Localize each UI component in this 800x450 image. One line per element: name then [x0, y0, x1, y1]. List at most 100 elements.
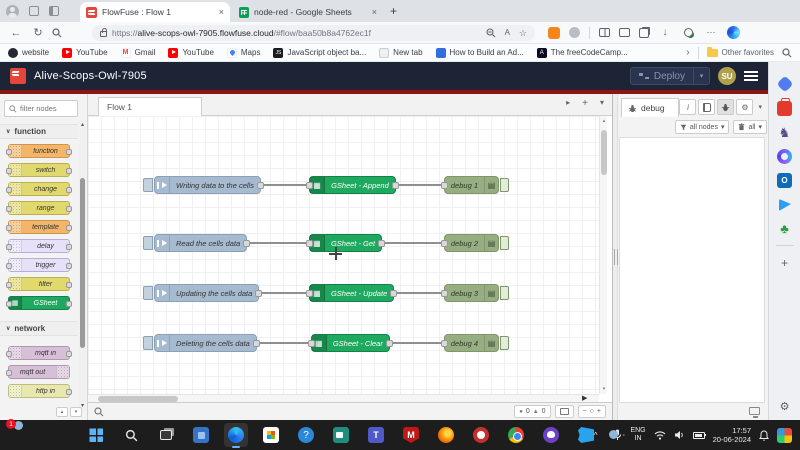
microsoft-store-icon[interactable]: [259, 423, 283, 447]
mcafee-icon[interactable]: M: [399, 423, 423, 447]
chrome-icon[interactable]: [504, 423, 528, 447]
main-menu-icon[interactable]: [744, 71, 758, 81]
volume-icon[interactable]: [674, 430, 685, 440]
clock[interactable]: 17:5720-06-2024: [713, 426, 751, 445]
toolbox-icon[interactable]: [777, 101, 792, 116]
palette-node-filter[interactable]: filter: [8, 277, 70, 291]
flow-list-icon[interactable]: ▾: [600, 98, 604, 109]
palette-search[interactable]: [4, 100, 78, 117]
port[interactable]: [66, 301, 72, 307]
help-tab-icon[interactable]: [698, 99, 715, 115]
battery-icon[interactable]: [693, 432, 705, 439]
zoom-out-button[interactable]: −: [583, 408, 587, 415]
search-bookmarks-icon[interactable]: [782, 48, 792, 58]
favorites-list-icon[interactable]: [619, 28, 630, 37]
github-desktop-icon[interactable]: [539, 423, 563, 447]
input-port[interactable]: [441, 290, 448, 297]
scroll-down-icon[interactable]: ▾: [600, 386, 608, 392]
home-search-icon[interactable]: [52, 28, 68, 38]
port[interactable]: [6, 206, 12, 212]
bookmarks-overflow-icon[interactable]: ›: [686, 47, 689, 58]
inject-button[interactable]: [143, 336, 153, 350]
send-icon[interactable]: [777, 197, 792, 212]
filter-nodes-button[interactable]: all nodes ▾: [675, 120, 730, 134]
sidebar-settings-icon[interactable]: ⚙: [777, 399, 792, 414]
input-port[interactable]: [306, 290, 313, 297]
tab-flowfuse[interactable]: FlowFuse : Flow 1 ×: [80, 2, 230, 22]
scrollbar-thumb[interactable]: [80, 178, 85, 348]
browser-essentials-icon[interactable]: [681, 26, 695, 40]
input-port[interactable]: [441, 340, 448, 347]
palette-category-function[interactable]: ∨ function: [0, 124, 78, 139]
output-port[interactable]: [255, 290, 262, 297]
palette-category-network[interactable]: ∨ network: [0, 321, 78, 336]
palette-node-template[interactable]: template: [8, 220, 70, 234]
workspaces-icon[interactable]: [29, 6, 39, 16]
get-help-icon[interactable]: ?: [294, 423, 318, 447]
bookmark-javascript[interactable]: JSJavaScript object ba...: [273, 48, 366, 58]
notification-bell-icon[interactable]: [759, 430, 769, 441]
favorite-star-icon[interactable]: ☆: [519, 28, 527, 39]
browser-profile-icon[interactable]: [6, 5, 19, 18]
wire[interactable]: [385, 242, 441, 244]
palette-filter-input[interactable]: [20, 104, 68, 113]
input-port[interactable]: [306, 182, 313, 189]
inject-node[interactable]: Deleting the cells data: [154, 334, 257, 352]
wire[interactable]: [399, 184, 441, 186]
wire[interactable]: [262, 292, 306, 294]
port[interactable]: [6, 263, 12, 269]
input-port[interactable]: [441, 240, 448, 247]
more-tabs-icon[interactable]: ▾: [758, 103, 762, 111]
bookmark-gmail[interactable]: MGmail: [121, 48, 156, 58]
port[interactable]: [66, 263, 72, 269]
language-indicator[interactable]: ENGIN: [630, 427, 645, 442]
drop-icon[interactable]: [776, 76, 793, 93]
new-tab-button[interactable]: +: [390, 4, 397, 18]
port[interactable]: [66, 389, 72, 395]
flow-canvas[interactable]: Writing data to the cells ▦ GSheet - App…: [88, 116, 599, 394]
debug-messages-panel[interactable]: [619, 137, 765, 403]
hidden-icons-chevron[interactable]: ^: [594, 431, 598, 440]
gsheet-node[interactable]: ▦ GSheet - Append: [309, 176, 396, 194]
port[interactable]: [66, 168, 72, 174]
tab-google-sheets[interactable]: node-red - Google Sheets ×: [233, 2, 383, 22]
node-app-icon[interactable]: [189, 423, 213, 447]
port[interactable]: [66, 225, 72, 231]
read-aloud-icon[interactable]: A: [505, 28, 510, 39]
clear-debug-button[interactable]: all ▾: [733, 120, 767, 134]
add-flow-button[interactable]: +: [582, 98, 588, 109]
tab-scroll-icon[interactable]: ▸: [566, 98, 570, 109]
port[interactable]: [6, 168, 12, 174]
input-port[interactable]: [441, 182, 448, 189]
output-port[interactable]: [243, 240, 250, 247]
input-port[interactable]: [308, 340, 315, 347]
palette-node-trigger[interactable]: trigger: [8, 258, 70, 272]
gsheet-node[interactable]: ▦ GSheet - Get: [309, 234, 382, 252]
downloads-icon[interactable]: ↓: [658, 26, 672, 40]
wifi-icon[interactable]: [654, 430, 666, 440]
settings-more-icon[interactable]: ⋯: [704, 26, 718, 40]
canvas-horizontal-scrollbar[interactable]: [88, 394, 599, 402]
split-screen-icon[interactable]: [599, 28, 610, 37]
start-button[interactable]: [84, 423, 108, 447]
zoom-reset-button[interactable]: ○: [590, 408, 594, 415]
port[interactable]: [66, 206, 72, 212]
port[interactable]: [6, 225, 12, 231]
inject-node[interactable]: Updating the cells data: [154, 284, 259, 302]
debug-node[interactable]: debug 2 ▤: [444, 234, 499, 252]
canvas-vertical-scrollbar[interactable]: ▴ ▾: [599, 116, 607, 394]
palette-node-mqtt-in[interactable]: mqtt in: [8, 346, 70, 360]
palette-node-change[interactable]: change: [8, 182, 70, 196]
scroll-up-icon[interactable]: ▴: [79, 121, 86, 128]
open-debug-window-icon[interactable]: [749, 407, 760, 415]
wire[interactable]: [397, 292, 441, 294]
copilot-ring-icon[interactable]: [777, 149, 792, 164]
expand-all-button[interactable]: ▾: [70, 407, 82, 417]
debug-toggle-button[interactable]: [500, 236, 509, 250]
bookmark-youtube-2[interactable]: YouTube: [168, 48, 213, 58]
bookmark-youtube[interactable]: YouTube: [62, 48, 107, 58]
output-port[interactable]: [386, 340, 393, 347]
back-icon[interactable]: ←: [8, 27, 24, 39]
bookmark-how-to-build[interactable]: How to Build an Ad...: [436, 48, 524, 58]
palette-node-gsheet[interactable]: ▦GSheet: [8, 296, 70, 310]
